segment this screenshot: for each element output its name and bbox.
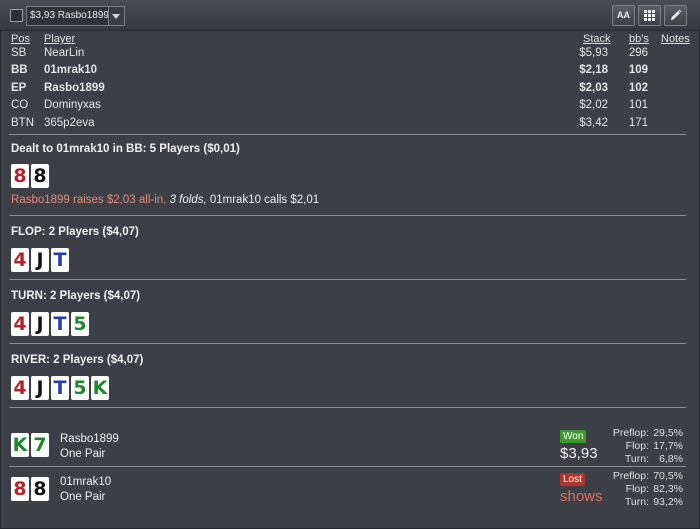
grid-view-button[interactable] bbox=[638, 5, 661, 26]
stack-cell: $2,18 bbox=[579, 64, 608, 77]
player-row[interactable]: EP Rasbo1899 $2,03 102 bbox=[0, 82, 700, 99]
equity-value: 6,8% bbox=[659, 453, 683, 465]
playing-card: 8 bbox=[11, 477, 29, 501]
playing-card: K bbox=[91, 376, 109, 400]
player-name: 01mrak10 bbox=[44, 64, 98, 77]
playing-card: 8 bbox=[31, 164, 49, 188]
stack-cell: $3,42 bbox=[579, 116, 608, 129]
playing-card: 8 bbox=[31, 477, 49, 501]
divider bbox=[9, 466, 686, 467]
player-row[interactable]: CO Dominyxas $2,02 101 bbox=[0, 99, 700, 116]
playing-card: 4 bbox=[11, 312, 29, 336]
divider bbox=[9, 343, 686, 344]
preflop-action: Rasbo1899 raises $2,03 all-in, 3 folds, … bbox=[11, 194, 319, 206]
position-cell: SB bbox=[11, 47, 27, 59]
flop-title: FLOP: 2 Players ($4,07) bbox=[11, 226, 139, 238]
font-size-button[interactable]: AA bbox=[612, 5, 635, 26]
playing-card: K bbox=[11, 433, 29, 457]
player-row[interactable]: BB 01mrak10 $2,18 109 bbox=[0, 64, 700, 81]
grid-icon bbox=[644, 10, 655, 21]
toolbar: $3,93 Rasbo1899 AA bbox=[0, 0, 700, 31]
playing-card: 7 bbox=[31, 433, 49, 457]
playing-card: T bbox=[51, 312, 69, 336]
player-name: NearLin bbox=[44, 47, 85, 59]
stack-cell: $2,02 bbox=[579, 99, 608, 112]
divider bbox=[9, 215, 686, 216]
bbs-cell: 171 bbox=[628, 116, 648, 129]
playing-card: T bbox=[51, 248, 69, 272]
bbs-cell: 109 bbox=[628, 64, 648, 77]
player-name: Dominyxas bbox=[44, 99, 101, 112]
chevron-down-icon bbox=[112, 14, 120, 19]
player-name: Rasbo1899 bbox=[44, 81, 105, 94]
header-bbs[interactable]: bb's bbox=[629, 33, 649, 45]
header-notes[interactable]: Notes bbox=[661, 33, 690, 45]
hand-selector-dropdown[interactable]: $3,93 Rasbo1899 bbox=[26, 6, 125, 26]
preflop-title: Dealt to 01mrak10 in BB: 5 Players ($0,0… bbox=[11, 143, 240, 155]
equity-value: 82,3% bbox=[653, 483, 683, 495]
call-action: 01mrak10 calls $2,01 bbox=[209, 194, 320, 206]
folds-action: 3 folds, bbox=[169, 194, 207, 206]
player-row[interactable]: SB NearLin $5,93 296 bbox=[0, 47, 700, 64]
stack-cell: $5,93 bbox=[579, 47, 608, 59]
equity-label: Turn: bbox=[624, 496, 649, 508]
equity-label: Flop: bbox=[625, 440, 649, 452]
position-cell: EP bbox=[11, 81, 27, 94]
pencil-icon bbox=[671, 9, 682, 20]
equity-label: Preflop: bbox=[612, 427, 649, 439]
divider bbox=[9, 279, 686, 280]
playing-card: 8 bbox=[11, 164, 29, 188]
select-checkbox[interactable] bbox=[10, 9, 23, 22]
playing-card: J bbox=[31, 376, 49, 400]
divider bbox=[9, 407, 686, 408]
equity-label: Turn: bbox=[624, 453, 649, 465]
position-cell: BTN bbox=[11, 116, 34, 129]
playing-card: J bbox=[31, 312, 49, 336]
turn-title: TURN: 2 Players ($4,07) bbox=[11, 290, 141, 302]
bbs-cell: 296 bbox=[628, 47, 648, 59]
playing-card: J bbox=[31, 248, 49, 272]
equity-label: Flop: bbox=[625, 483, 649, 495]
playing-card: 5 bbox=[71, 312, 89, 336]
header-player[interactable]: Player bbox=[44, 33, 75, 45]
equity-label: Preflop: bbox=[612, 470, 649, 482]
equity-value: 93,2% bbox=[653, 496, 683, 508]
position-cell: BB bbox=[11, 64, 28, 77]
stack-cell: $2,03 bbox=[579, 81, 608, 94]
font-size-icon: AA bbox=[617, 10, 630, 20]
playing-card: 5 bbox=[71, 376, 89, 400]
dropdown-arrow-button[interactable] bbox=[108, 7, 124, 25]
loser-hand: One Pair bbox=[60, 491, 106, 503]
playing-card: 4 bbox=[11, 376, 29, 400]
edit-button[interactable] bbox=[664, 5, 687, 26]
header-pos[interactable]: Pos bbox=[11, 33, 30, 45]
bbs-cell: 102 bbox=[628, 81, 648, 94]
lost-badge: Lost bbox=[560, 473, 585, 486]
equity-value: 29,5% bbox=[653, 427, 683, 439]
raise-action: Rasbo1899 raises $2,03 all-in, bbox=[11, 194, 167, 206]
position-cell: CO bbox=[11, 99, 29, 112]
header-stack[interactable]: Stack bbox=[583, 33, 611, 45]
equity-value: 17,7% bbox=[653, 440, 683, 452]
equity-value: 70,5% bbox=[653, 470, 683, 482]
bbs-cell: 101 bbox=[628, 99, 648, 112]
winner-hand: One Pair bbox=[60, 448, 106, 460]
playing-card: T bbox=[51, 376, 69, 400]
winner-name: Rasbo1899 bbox=[60, 433, 119, 445]
hand-selector-value: $3,93 Rasbo1899 bbox=[30, 10, 109, 21]
loser-name: 01mrak10 bbox=[60, 476, 112, 488]
player-name: 365p2eva bbox=[44, 116, 95, 129]
river-title: RIVER: 2 Players ($4,07) bbox=[11, 354, 144, 366]
playing-card: 4 bbox=[11, 248, 29, 272]
won-badge: Won bbox=[560, 430, 587, 443]
divider bbox=[9, 134, 686, 135]
player-row[interactable]: BTN 365p2eva $3,42 171 bbox=[0, 117, 700, 134]
